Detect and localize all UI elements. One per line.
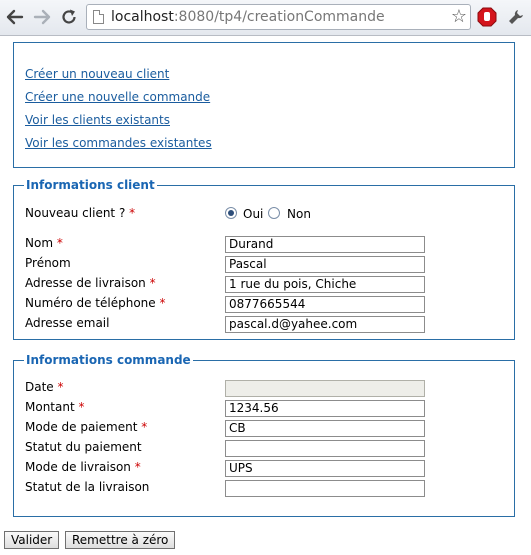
link-creer-client[interactable]: Créer un nouveau client xyxy=(25,67,169,81)
email-label: Adresse email xyxy=(25,316,110,330)
address-bar[interactable]: localhost:8080/tp4/creationCommande ☆ xyxy=(86,4,471,30)
radio-oui-label: Oui xyxy=(243,207,264,221)
commande-legend: Informations commande xyxy=(24,353,193,367)
nom-label: Nom * xyxy=(25,236,63,250)
statut-paiement-label: Statut du paiement xyxy=(25,440,142,454)
nom-input[interactable]: Durand xyxy=(225,236,425,253)
montant-input[interactable]: 1234.56 xyxy=(225,400,425,417)
valider-button[interactable]: Valider xyxy=(4,531,60,549)
telephone-input[interactable]: 0877665544 xyxy=(225,296,425,313)
adresse-livraison-label: Adresse de livraison * xyxy=(25,276,156,290)
email-input[interactable]: pascal.d@yahee.com xyxy=(225,316,425,333)
wrench-icon[interactable] xyxy=(503,4,529,30)
mode-livraison-label: Mode de livraison * xyxy=(25,460,141,474)
nouveau-client-label: Nouveau client ? * xyxy=(25,206,136,220)
statut-paiement-input[interactable] xyxy=(225,440,425,457)
link-creer-commande[interactable]: Créer une nouvelle commande xyxy=(25,90,210,104)
prenom-label: Prénom xyxy=(25,256,71,270)
adresse-livraison-input[interactable]: 1 rue du pois, Chiche xyxy=(225,276,425,293)
prenom-input[interactable]: Pascal xyxy=(225,256,425,273)
star-icon[interactable]: ☆ xyxy=(451,7,467,27)
browser-toolbar: localhost:8080/tp4/creationCommande ☆ xyxy=(0,0,531,36)
client-fieldset: Informations client Nouveau client ? * O… xyxy=(13,178,515,340)
link-voir-commandes[interactable]: Voir les commandes existantes xyxy=(25,136,212,150)
commande-fieldset: Informations commande Date * Montant * 1… xyxy=(13,353,515,517)
mode-paiement-input[interactable]: CB xyxy=(225,420,425,437)
radio-non[interactable] xyxy=(268,207,280,219)
menu-box: Créer un nouveau client Créer une nouvel… xyxy=(13,42,515,168)
date-input xyxy=(225,380,425,397)
link-voir-clients[interactable]: Voir les clients existants xyxy=(25,113,170,127)
mode-paiement-label: Mode de paiement * xyxy=(25,420,148,434)
reload-icon[interactable] xyxy=(56,4,82,30)
radio-non-label: Non xyxy=(287,207,311,221)
reset-button[interactable]: Remettre à zéro xyxy=(65,531,176,549)
url-text: localhost:8080/tp4/creationCommande xyxy=(111,9,385,25)
date-label: Date * xyxy=(25,380,64,394)
forward-arrow-icon[interactable] xyxy=(29,4,55,30)
statut-livraison-input[interactable] xyxy=(225,480,425,497)
mode-livraison-input[interactable]: UPS xyxy=(225,460,425,477)
stop-icon[interactable] xyxy=(474,4,500,30)
page-icon xyxy=(93,10,104,24)
client-legend: Informations client xyxy=(24,178,157,192)
montant-label: Montant * xyxy=(25,400,85,414)
telephone-label: Numéro de téléphone * xyxy=(25,296,166,310)
radio-oui[interactable] xyxy=(225,207,237,219)
back-arrow-icon[interactable] xyxy=(2,4,28,30)
statut-livraison-label: Statut de la livraison xyxy=(25,480,150,494)
